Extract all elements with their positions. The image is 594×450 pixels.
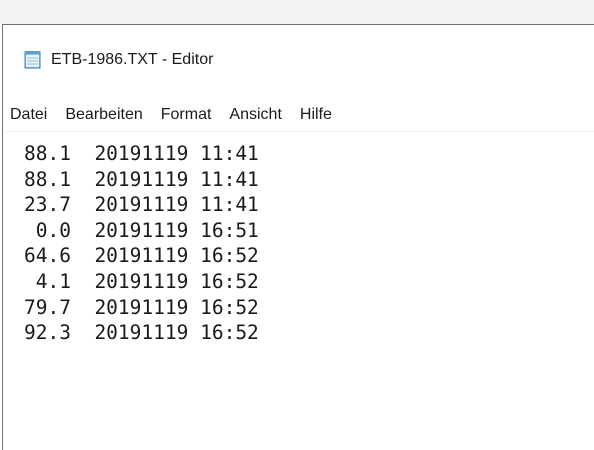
text-line: 23.7 20191119 11:41	[24, 193, 259, 217]
menu-datei[interactable]: Datei	[3, 103, 56, 127]
text-line: 0.0 20191119 16:51	[24, 218, 259, 242]
menu-bar: Datei Bearbeiten Format Ansicht Hilfe	[3, 103, 594, 127]
text-line: 88.1 20191119 11:41	[24, 167, 259, 191]
notepad-icon[interactable]	[23, 49, 43, 69]
text-lines: 88.1 20191119 11:41 88.1 20191119 11:41 …	[3, 133, 594, 346]
menu-bearbeiten[interactable]: Bearbeiten	[56, 103, 151, 127]
title-bar[interactable]: ETB-1986.TXT - Editor	[3, 25, 594, 91]
menu-hilfe[interactable]: Hilfe	[291, 103, 341, 127]
window-title: ETB-1986.TXT - Editor	[51, 51, 214, 68]
text-line: 4.1 20191119 16:52	[24, 269, 259, 293]
text-line: 79.7 20191119 16:52	[24, 295, 259, 319]
text-line: 64.6 20191119 16:52	[24, 244, 259, 268]
menu-format[interactable]: Format	[152, 103, 221, 127]
menu-divider	[3, 131, 594, 132]
text-line: 88.1 20191119 11:41	[24, 142, 259, 165]
desktop-background	[0, 0, 594, 24]
notepad-window[interactable]: ETB-1986.TXT - Editor Datei Bearbeiten F…	[2, 24, 594, 450]
text-line: 92.3 20191119 16:52	[24, 321, 259, 345]
text-editor-area[interactable]: 88.1 20191119 11:41 88.1 20191119 11:41 …	[3, 133, 594, 450]
menu-ansicht[interactable]: Ansicht	[220, 103, 290, 127]
